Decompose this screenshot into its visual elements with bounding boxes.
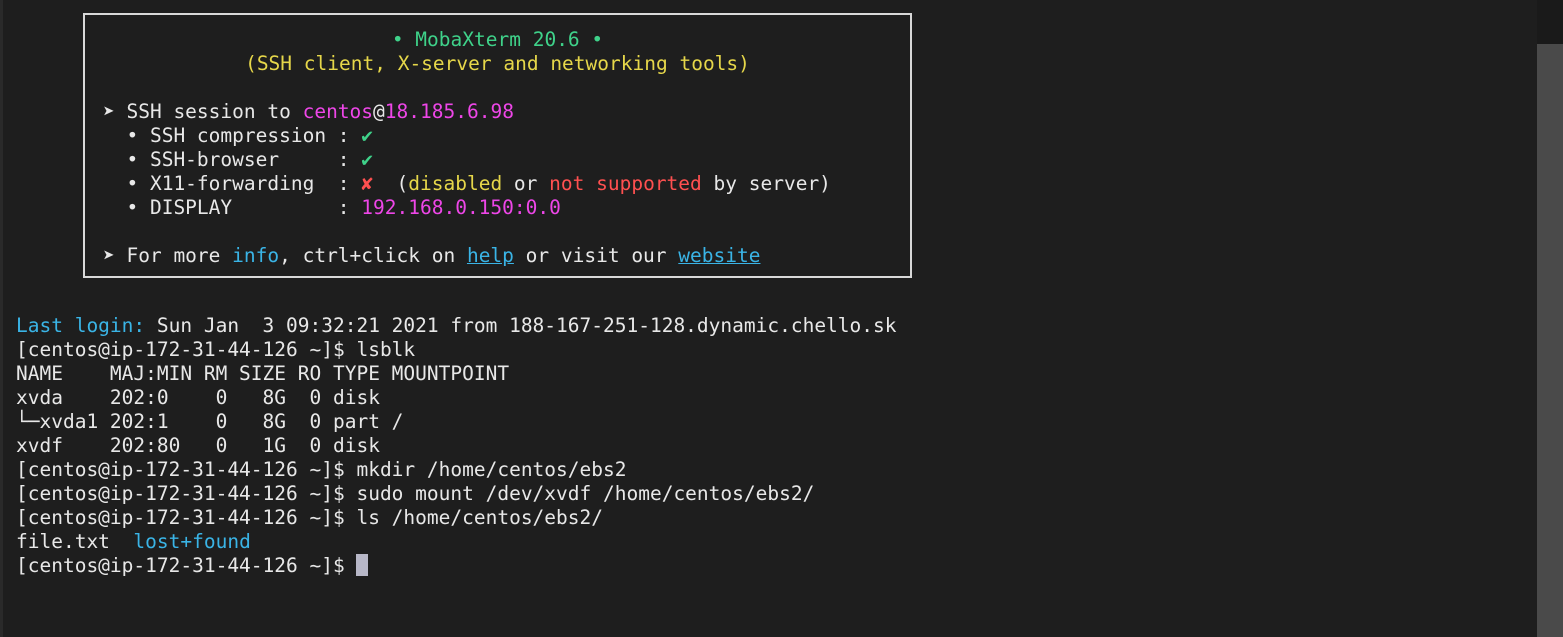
terminal-line: [centos@ip-172-31-44-126 ~]$ mkdir /home… xyxy=(16,458,627,481)
ls-directory: lost+found xyxy=(133,530,251,553)
terminal-line: └─xvda1 202:1 0 8G 0 part / xyxy=(16,410,404,433)
ssh-browser-line: • SSH-browser : ✔ xyxy=(103,148,373,172)
last-login-line: Last login: Sun Jan 3 09:32:21 2021 from… xyxy=(16,314,897,338)
last-login-text: Sun Jan 3 09:32:21 2021 from 188-167-251… xyxy=(145,314,897,337)
session-at: @ xyxy=(373,100,385,123)
x11-disabled: disabled xyxy=(408,172,503,195)
info-line: ➤ For more info, ctrl+click on help or v… xyxy=(103,244,760,268)
text-cursor xyxy=(356,554,369,576)
ls-gap xyxy=(110,530,133,553)
scrollbar-thumb[interactable] xyxy=(1537,44,1563,637)
terminal-line: NAME MAJ:MIN RM SIZE RO TYPE MOUNTPOINT xyxy=(16,362,510,385)
info-prefix: ➤ For more xyxy=(103,244,233,267)
scroll-up-area[interactable] xyxy=(1537,0,1563,44)
session-prefix: ➤ SSH session to xyxy=(103,100,303,123)
browser-label: • SSH-browser : xyxy=(103,148,362,171)
terminal-window[interactable]: • MobaXterm 20.6 • (SSH client, X-server… xyxy=(0,0,1537,637)
cross-icon: ✘ xyxy=(361,172,374,195)
checkmark-icon: ✔ xyxy=(361,124,374,147)
help-link[interactable]: help xyxy=(467,244,514,267)
checkmark-icon: ✔ xyxy=(361,148,374,171)
banner-title: • MobaXterm 20.6 • xyxy=(391,28,604,51)
ls-file: file.txt xyxy=(16,530,110,553)
x11-label: • X11-forwarding : xyxy=(103,172,362,195)
compression-label: • SSH compression : xyxy=(103,124,362,147)
ssh-compression-line: • SSH compression : ✔ xyxy=(103,124,373,148)
terminal-line: [centos@ip-172-31-44-126 ~]$ lsblk xyxy=(16,338,416,361)
last-login-label: Last login: xyxy=(16,314,146,337)
x11-open: ( xyxy=(373,172,409,195)
display-line: • DISPLAY : 192.168.0.150:0.0 xyxy=(103,196,561,220)
shell-prompt: [centos@ip-172-31-44-126 ~]$ xyxy=(16,554,357,577)
info-mid: , ctrl+click on xyxy=(279,244,467,267)
terminal-line: [centos@ip-172-31-44-126 ~]$ sudo mount … xyxy=(16,482,815,505)
banner-subtitle: (SSH client, X-server and networking too… xyxy=(245,52,750,75)
display-label: • DISPLAY : xyxy=(103,196,362,219)
display-value: 192.168.0.150:0.0 xyxy=(361,196,561,219)
mobaxterm-banner: • MobaXterm 20.6 • (SSH client, X-server… xyxy=(83,13,912,278)
x11-not-supported: not supported xyxy=(549,172,702,195)
session-user: centos xyxy=(302,100,374,123)
ls-output-line: file.txt lost+found xyxy=(16,530,251,554)
terminal-line: xvdf 202:80 0 1G 0 disk xyxy=(16,434,380,457)
visit-text: or visit our xyxy=(513,244,679,267)
x11-forwarding-line: • X11-forwarding : ✘ (disabled or not su… xyxy=(103,172,831,196)
website-link[interactable]: website xyxy=(678,244,760,267)
session-host: 18.185.6.98 xyxy=(384,100,514,123)
terminal-line: [centos@ip-172-31-44-126 ~]$ ls /home/ce… xyxy=(16,506,603,529)
ssh-session-line: ➤ SSH session to centos@18.185.6.98 xyxy=(103,100,514,124)
x11-or: or xyxy=(502,172,550,195)
prompt-line[interactable]: [centos@ip-172-31-44-126 ~]$ xyxy=(16,554,369,578)
terminal-line: xvda 202:0 0 8G 0 disk xyxy=(16,386,380,409)
x11-by-server: by server) xyxy=(701,172,831,195)
info-word: info xyxy=(232,244,280,267)
